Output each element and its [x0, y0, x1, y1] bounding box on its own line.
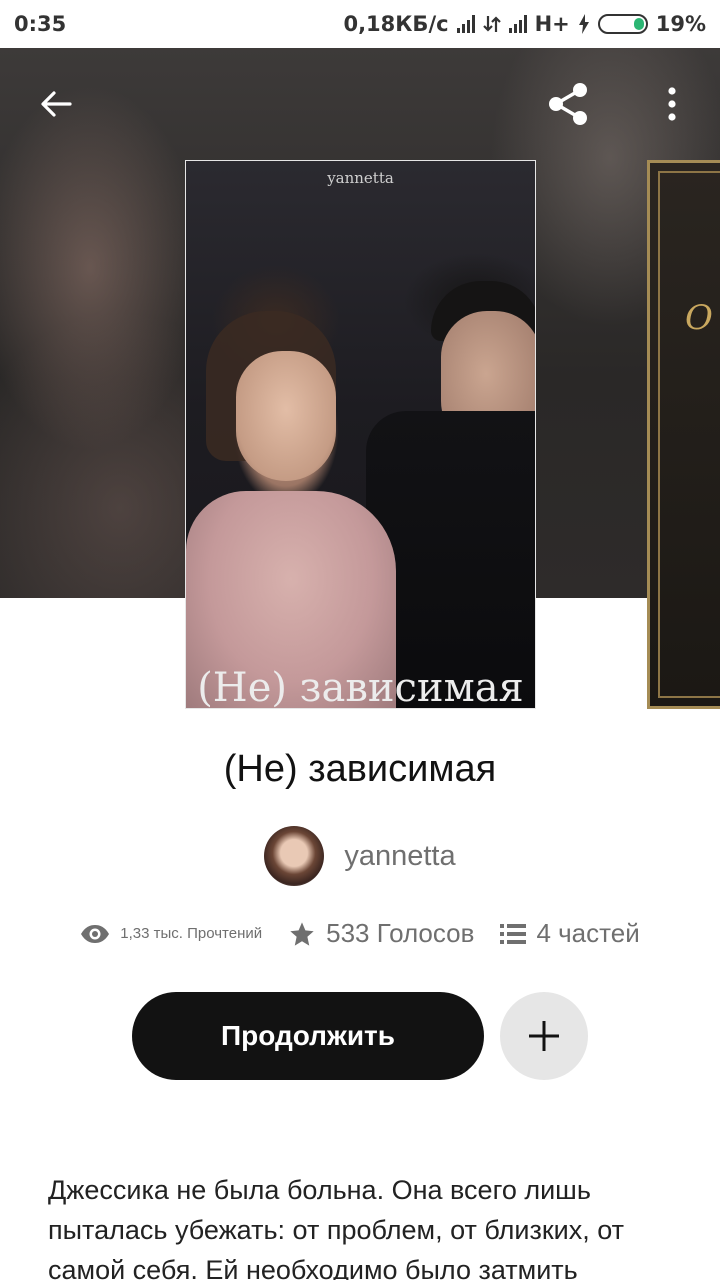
more-options-button[interactable] — [644, 76, 700, 132]
cover-title: (Не) зависимая — [197, 665, 524, 709]
book-stats: 1,33 тыс. Прочтений 533 Голосов 4 частей — [0, 918, 720, 949]
network-type: H+ — [534, 12, 570, 36]
list-icon — [500, 923, 527, 944]
back-button[interactable] — [28, 76, 84, 132]
next-cover-text: O — [685, 298, 713, 338]
next-book-cover[interactable]: O — [647, 160, 720, 709]
reads-stat: 1,33 тыс. Прочтений — [80, 924, 262, 944]
more-vertical-icon — [668, 87, 676, 121]
share-button[interactable] — [540, 76, 596, 132]
reads-count: 1,33 тыс. Прочтений — [120, 925, 263, 942]
status-bar: 0:35 0,18КБ/с H+ 19% — [0, 0, 720, 48]
parts-count[interactable]: 4 частей — [536, 918, 639, 949]
parts-stat[interactable]: 4 частей — [500, 918, 640, 949]
star-icon — [290, 921, 314, 946]
book-cover[interactable]: yannetta (Не) зависимая — [185, 160, 536, 709]
continue-reading-button[interactable]: Продолжить — [132, 992, 484, 1080]
data-transfer-icon — [482, 16, 501, 32]
cover-author: yannetta — [327, 169, 394, 187]
book-description: Джессика не была больна. Она всего лишь … — [48, 1175, 625, 1280]
signal-icon — [456, 15, 475, 33]
plus-icon — [529, 1021, 559, 1051]
votes-count: 533 Голосов — [326, 918, 475, 948]
votes-stat: 533 Голосов — [288, 918, 474, 949]
signal-icon-2 — [508, 15, 527, 33]
status-time: 0:35 — [14, 12, 67, 36]
author-avatar[interactable] — [264, 826, 325, 886]
share-icon — [549, 83, 587, 125]
add-to-library-button[interactable] — [500, 992, 588, 1080]
eye-icon — [81, 924, 110, 943]
charging-icon — [578, 14, 589, 34]
battery-icon — [597, 14, 648, 34]
book-title: (Не) зависимая — [223, 748, 497, 790]
network-speed: 0,18КБ/с — [343, 12, 449, 36]
author-name[interactable]: yannetta — [344, 840, 455, 873]
status-indicators: 0,18КБ/с H+ 19% — [343, 12, 706, 36]
author-link[interactable]: yannetta — [0, 826, 720, 886]
battery-level: 19% — [655, 12, 706, 36]
arrow-left-icon — [41, 91, 72, 117]
